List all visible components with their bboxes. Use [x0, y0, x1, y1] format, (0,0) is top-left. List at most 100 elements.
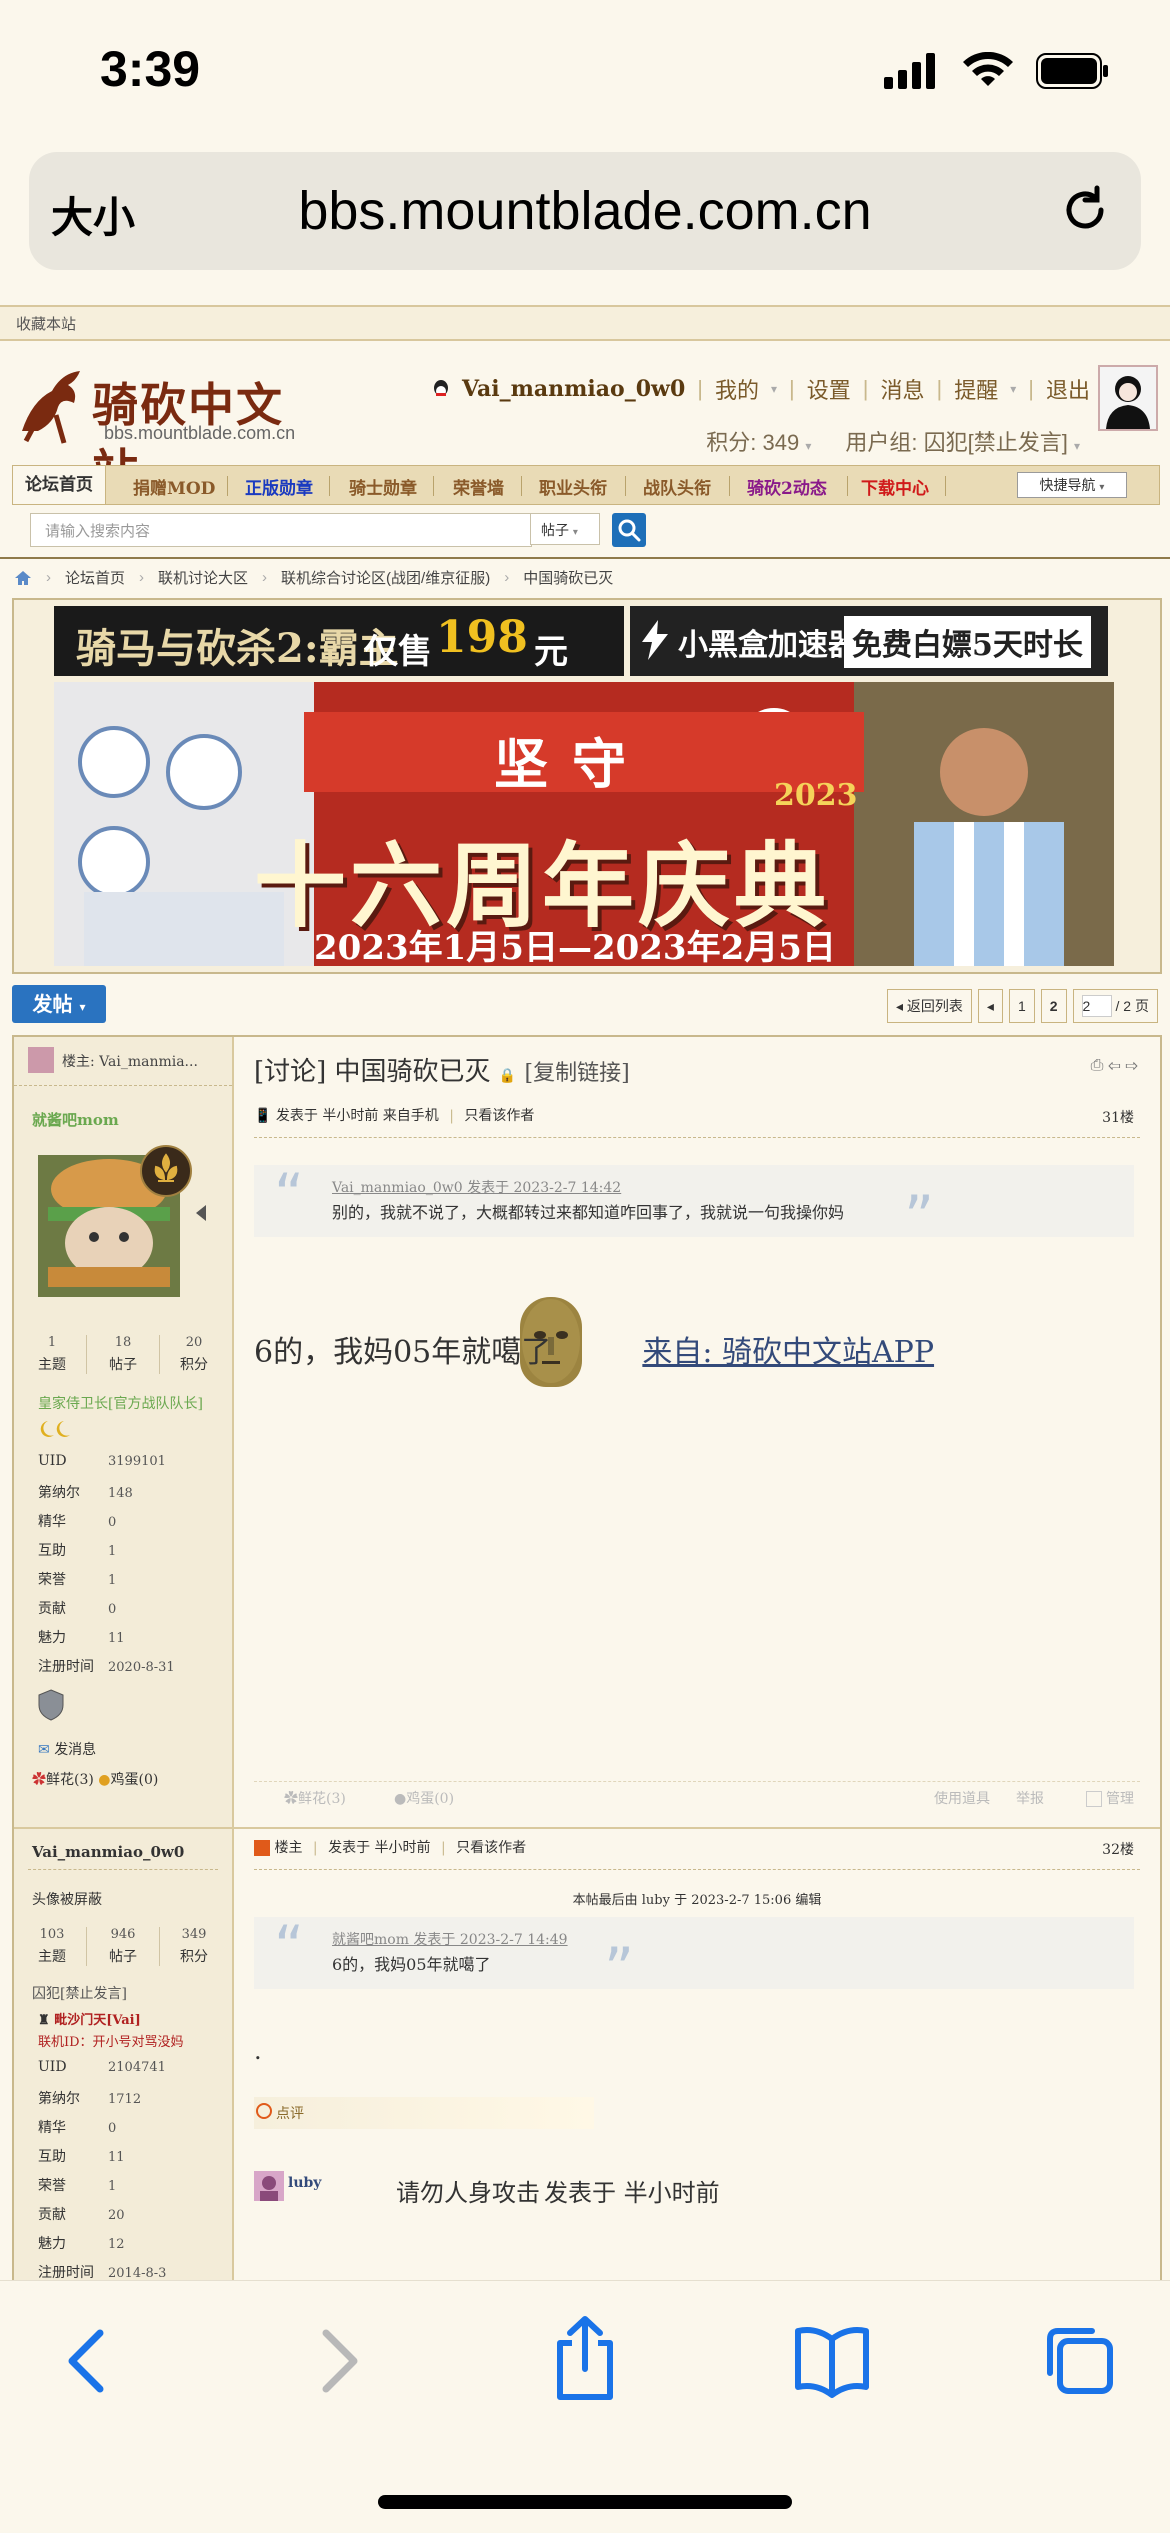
quote-text: 6的，我妈05年就噶了 — [332, 1955, 491, 1974]
nav-item-career-title[interactable]: 职业头衔 — [539, 474, 607, 499]
field-value: 20 — [108, 2208, 125, 2223]
nav-item-bannerlord-news[interactable]: 骑砍2动态 — [747, 474, 827, 499]
user-bar: Vai_manmiao_0w0 | 我的 ▾ | 设置 | 消息 | 提醒 ▾ | … — [432, 373, 1090, 405]
notifications-menu[interactable]: 提醒 — [954, 373, 998, 405]
back-to-list-button[interactable]: ◂ 返回列表 — [886, 989, 972, 1023]
url-text[interactable]: bbs.mountblade.com.cn — [29, 180, 1141, 242]
logout-link[interactable]: 退出 — [1046, 373, 1090, 405]
manage-control[interactable]: 管理 — [1085, 1788, 1134, 1808]
field-value: 0 — [108, 1602, 117, 1617]
field-label: 魅力 — [38, 2236, 66, 2252]
post2-user-group[interactable]: 囚犯[禁止发言] — [32, 1983, 127, 2003]
forward-icon[interactable] — [310, 2321, 370, 2401]
site-logo[interactable]: 骑砍中文站 bbs.mountblade.com.cn — [12, 355, 322, 498]
stat-threads[interactable]: 103 主题 — [38, 1927, 66, 1966]
back-icon[interactable] — [56, 2321, 116, 2401]
post1-author-name[interactable]: 就酱吧mom — [32, 1109, 119, 1130]
manage-checkbox[interactable] — [1085, 1791, 1102, 1807]
copy-link-button[interactable]: [复制链接] — [525, 1061, 630, 1086]
field-essence: 精华 0 — [38, 2117, 116, 2137]
prev-thread-icon[interactable]: ⇦ — [1108, 1057, 1121, 1074]
tabs-icon[interactable] — [1040, 2321, 1120, 2401]
my-menu[interactable]: 我的 — [715, 373, 759, 405]
post2-author-name[interactable]: Vai_manmiao_0w0 — [32, 1843, 184, 1861]
search-button[interactable] — [612, 513, 646, 547]
anniversary-banner[interactable]: 坚守 2023 十六周年庆典 2023年1月5日—2023年2月5日 — [54, 682, 1114, 966]
stat-score[interactable]: 20 积分 — [180, 1335, 208, 1374]
breadcrumb-arrow: › — [46, 569, 51, 586]
reload-icon[interactable] — [1057, 182, 1113, 238]
quote-author-link[interactable]: Vai_manmiao_0w0 发表于 2023-2-7 14:42 — [332, 1177, 621, 1197]
breadcrumb-home[interactable]: 论坛首页 — [65, 567, 125, 588]
quick-nav-button[interactable]: 快捷导航 ▾ — [1017, 472, 1127, 498]
egg-icon: ● — [394, 1791, 407, 1807]
print-icon[interactable]: ⎙ — [1091, 1057, 1104, 1074]
address-bar[interactable]: 大小 bbs.mountblade.com.cn — [29, 152, 1141, 270]
only-author-link[interactable]: 只看该作者 — [456, 1840, 526, 1856]
next-thread-icon[interactable]: ⇨ — [1125, 1057, 1138, 1074]
field-uid: UID 2104741 — [38, 2059, 166, 2075]
page-1-link[interactable]: 1 — [1008, 989, 1035, 1023]
breadcrumb-arrow: › — [139, 569, 145, 586]
reviewer-name[interactable]: luby — [288, 2175, 321, 2191]
stat-posts[interactable]: 946 帖子 — [86, 1927, 160, 1966]
bookmarks-icon[interactable] — [792, 2321, 872, 2401]
thread-starter-label[interactable]: 楼主: Vai_manmia... — [62, 1051, 198, 1071]
user-group-menu[interactable]: 用户组: 囚犯[禁止发言] ▾ — [845, 425, 1080, 457]
nav-item-honor-wall[interactable]: 荣誉墙 — [453, 474, 504, 499]
egg-action[interactable]: ●鸡蛋(0) — [394, 1788, 454, 1808]
field-dinar: 第纳尔 148 — [38, 1482, 133, 1502]
search-type-select[interactable]: 帖子 ▾ — [530, 513, 600, 545]
quote-author-link[interactable]: 就酱吧mom 发表于 2023-2-7 14:49 — [332, 1929, 568, 1949]
only-author-link[interactable]: 只看该作者 — [464, 1108, 534, 1124]
field-value: 1 — [108, 1573, 117, 1588]
report-link[interactable]: 举报 — [1016, 1788, 1044, 1808]
nav-item-downloads[interactable]: 下载中心 — [861, 474, 929, 499]
search-placeholder: 请输入搜索内容 — [45, 523, 151, 540]
floor-number[interactable]: 31楼 — [1102, 1107, 1134, 1127]
page-jump-input[interactable]: 2 — [1081, 995, 1112, 1017]
field-label: 精华 — [38, 2120, 66, 2136]
stat-threads[interactable]: 1 主题 — [38, 1335, 66, 1374]
new-post-button[interactable]: 发帖 ▾ — [12, 985, 106, 1023]
score-menu[interactable]: 积分: 349 ▾ — [706, 425, 811, 457]
bookmark-site-link[interactable]: 收藏本站 — [16, 313, 76, 334]
stat-score[interactable]: 349 积分 — [180, 1927, 208, 1966]
use-item-link[interactable]: 使用道具 — [934, 1788, 990, 1808]
post1-user-group[interactable]: 皇家侍卫长[官方战队队长] — [38, 1393, 203, 1413]
eggs-count[interactable]: 鸡蛋(0) — [111, 1772, 159, 1788]
send-message-link[interactable]: ✉ 发消息 — [38, 1739, 96, 1759]
post2-body: . — [254, 2037, 262, 2065]
app-link[interactable]: 来自: 骑砍中文站APP — [642, 1335, 934, 1370]
prev-page-button[interactable]: ◂ — [977, 989, 1003, 1023]
flowers-count[interactable]: 鲜花(3) — [46, 1772, 94, 1788]
nav-divider — [729, 476, 730, 496]
flower-action[interactable]: ✿鲜花(3) — [284, 1788, 346, 1808]
post2-author-stats: 103 主题 946 帖子 349 积分 — [28, 1927, 218, 1966]
floor-number[interactable]: 32楼 — [1102, 1839, 1134, 1859]
search-input[interactable]: 请输入搜索内容 — [30, 513, 532, 547]
bannerlord-ad[interactable]: 骑马与砍杀2:霸主 仅售 198 元 — [54, 606, 624, 676]
messages-link[interactable]: 消息 — [880, 373, 924, 405]
breadcrumb-category[interactable]: 联机讨论大区 — [158, 567, 248, 588]
nav-item-home[interactable]: 论坛首页 — [13, 466, 106, 504]
stat-posts[interactable]: 18 帖子 — [86, 1335, 160, 1374]
home-icon[interactable] — [14, 570, 32, 586]
nav-item-donate-mod[interactable]: 捐赠MOD — [133, 474, 215, 499]
breadcrumb-thread[interactable]: 中国骑砍已灭 — [523, 567, 613, 588]
post2-team[interactable]: ♜ 毗沙门天[Vai] — [38, 2009, 141, 2028]
username-link[interactable]: Vai_manmiao_0w0 — [462, 376, 685, 402]
nav-item-knight-medal[interactable]: 骑士勋章 — [349, 474, 417, 499]
field-label: 荣誉 — [38, 1572, 66, 1588]
user-avatar[interactable] — [1098, 365, 1158, 431]
accelerator-ad[interactable]: 小黑盒加速器 免费白嫖5天时长 — [630, 606, 1108, 676]
settings-link[interactable]: 设置 — [807, 373, 851, 405]
nav-item-genuine-medal[interactable]: 正版勋章 — [245, 474, 313, 499]
breadcrumb-forum[interactable]: 联机综合讨论区(战团/维京征服) — [281, 567, 490, 588]
open-quote-icon: “ — [274, 1913, 305, 1981]
ad-price: 198 — [436, 612, 528, 663]
share-icon[interactable] — [550, 2313, 620, 2403]
field-value: 1 — [108, 2179, 117, 2194]
reviewer-avatar[interactable] — [254, 2171, 284, 2201]
nav-item-team-title[interactable]: 战队头衔 — [643, 474, 711, 499]
